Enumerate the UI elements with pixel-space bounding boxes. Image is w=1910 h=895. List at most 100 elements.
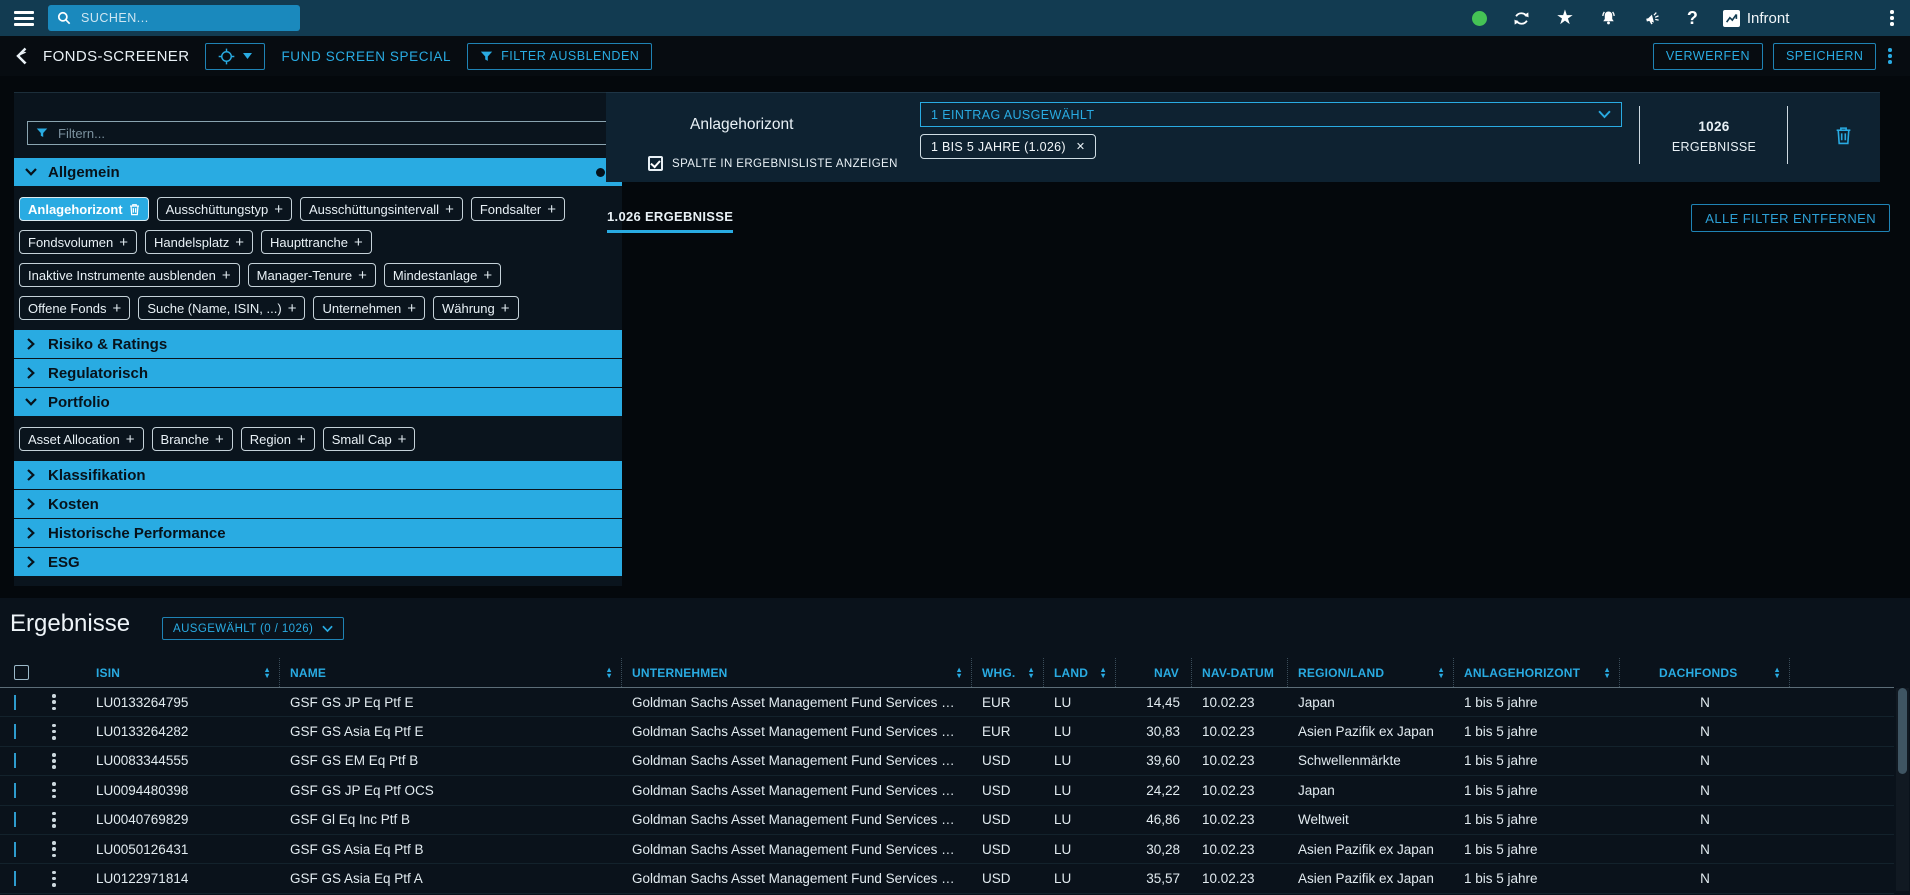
row-checkbox[interactable] [14,783,16,798]
scrollbar-thumb[interactable] [1898,688,1907,774]
vertical-scrollbar[interactable] [1896,688,1909,891]
megaphone-icon[interactable] [1643,9,1662,28]
row-menu-icon[interactable] [50,780,64,800]
help-icon[interactable]: ? [1687,8,1698,29]
back-button[interactable] [16,47,27,65]
filter-chip-branche[interactable]: Branche+ [152,427,233,451]
toolbar-more-icon[interactable] [1886,46,1894,66]
column-header-dachfonds[interactable]: DACHFONDS▲▼ [1620,658,1790,687]
notifications-bell-icon[interactable] [1599,9,1618,28]
horizon-select[interactable]: 1 EINTRAG AUSGEWÄHLT [920,102,1622,127]
filter-section-kosten[interactable]: Kosten [14,490,622,518]
sort-icon[interactable]: ▲▼ [605,667,613,678]
results-count-tab[interactable]: 1.026 ERGEBNISSE [607,209,733,233]
row-checkbox[interactable] [14,812,16,827]
select-all-checkbox[interactable] [14,665,29,680]
column-header-whg[interactable]: WHG.▲▼ [972,658,1044,687]
row-checkbox[interactable] [14,695,16,710]
column-header-nav-datum[interactable]: NAV-DATUM [1192,658,1288,687]
filter-chip-unternehmen[interactable]: Unternehmen+ [313,296,425,320]
table-row[interactable]: LU0133264795GSF GS JP Eq Ptf EGoldman Sa… [0,688,1894,717]
remove-filter-button[interactable] [1835,126,1852,148]
filter-chip-small-cap[interactable]: Small Cap+ [323,427,416,451]
row-checkbox[interactable] [14,871,16,886]
toolbar-actions: VERWERFEN SPEICHERN [1653,43,1894,70]
sort-icon[interactable]: ▲▼ [1603,667,1611,678]
global-search[interactable] [48,5,300,31]
sort-icon[interactable]: ▲▼ [1773,667,1781,678]
filter-chip-handelsplatz[interactable]: Handelsplatz+ [145,230,253,254]
filter-chip-fondsalter[interactable]: Fondsalter+ [471,197,565,221]
table-row[interactable]: LU0094480398GSF GS JP Eq Ptf OCSGoldman … [0,776,1894,805]
row-menu-icon[interactable] [50,692,64,712]
filter-chip-asset-allocation[interactable]: Asset Allocation+ [19,427,144,451]
show-column-checkbox[interactable] [648,156,663,171]
filter-chip-inaktive-instrumente-ausblenden[interactable]: Inaktive Instrumente ausblenden+ [19,263,240,287]
filter-chip-anlagehorizont[interactable]: Anlagehorizont [19,197,149,221]
add-icon: + [398,432,407,447]
filter-section-esg[interactable]: ESG [14,548,622,576]
filter-section-regulatorisch[interactable]: Regulatorisch [14,359,622,387]
show-column-toggle[interactable]: SPALTE IN ERGEBNISLISTE ANZEIGEN [648,156,898,171]
favorites-star-icon[interactable]: ★ [1556,8,1574,28]
filter-chip-währung[interactable]: Währung+ [433,296,519,320]
filter-section-risiko-&-ratings[interactable]: Risiko & Ratings [14,330,622,358]
filter-chip-region[interactable]: Region+ [241,427,315,451]
table-row[interactable]: LU0050126431GSF GS Asia Eq Ptf BGoldman … [0,835,1894,864]
sort-icon[interactable]: ▲▼ [1099,667,1107,678]
selected-value-chip[interactable]: 1 BIS 5 JAHRE (1.026) ✕ [920,134,1096,159]
filter-chip-ausschüttungstyp[interactable]: Ausschüttungstyp+ [157,197,292,221]
filter-chip-offene-fonds[interactable]: Offene Fonds+ [19,296,130,320]
row-menu-icon[interactable] [50,810,64,830]
target-view-button[interactable] [205,43,265,70]
filter-section-allgemein[interactable]: Allgemein [14,158,622,186]
filter-chip-haupttranche[interactable]: Haupttranche+ [261,230,372,254]
column-header-name[interactable]: NAME▲▼ [280,658,622,687]
hide-filters-button[interactable]: FILTER AUSBLENDEN [467,43,652,70]
filter-chip-fondsvolumen[interactable]: Fondsvolumen+ [19,230,137,254]
sort-icon[interactable]: ▲▼ [955,667,963,678]
filter-chip-ausschüttungsintervall[interactable]: Ausschüttungsintervall+ [300,197,463,221]
sync-icon[interactable] [1512,9,1531,28]
filter-search-input[interactable] [56,125,600,142]
filter-chip-suche-name-isin[interactable]: Suche (Name, ISIN, ...)+ [138,296,305,320]
menu-icon[interactable] [14,11,34,26]
cell-company: Goldman Sachs Asset Management Fund Serv… [622,753,972,768]
cell-fund_of_funds: N [1620,724,1790,739]
row-checkbox[interactable] [14,753,16,768]
search-input[interactable] [79,10,291,26]
column-header-anlagehorizont[interactable]: ANLAGEHORIZONT▲▼ [1454,658,1620,687]
filter-search-field[interactable] [27,121,609,145]
topbar-more-icon[interactable] [1888,8,1896,28]
row-checkbox[interactable] [14,724,16,739]
filter-chip-mindestanlage[interactable]: Mindestanlage+ [384,263,501,287]
save-button[interactable]: SPEICHERN [1773,43,1876,70]
column-header-isin[interactable]: ISIN▲▼ [74,658,280,687]
filter-section-klassifikation[interactable]: Klassifikation [14,461,622,489]
column-header-region-land[interactable]: REGION/LAND▲▼ [1288,658,1454,687]
filter-section-historische-performance[interactable]: Historische Performance [14,519,622,547]
sort-icon[interactable]: ▲▼ [263,667,271,678]
sort-icon[interactable]: ▲▼ [1027,667,1035,678]
cell-currency: USD [972,842,1044,857]
row-checkbox[interactable] [14,842,16,857]
sort-icon[interactable]: ▲▼ [1437,667,1445,678]
filter-section-portfolio[interactable]: Portfolio [14,388,622,416]
column-header-unternehmen[interactable]: UNTERNEHMEN▲▼ [622,658,972,687]
row-menu-icon[interactable] [50,751,64,771]
column-header-nav[interactable]: NAV [1116,658,1192,687]
table-row[interactable]: LU0133264282GSF GS Asia Eq Ptf EGoldman … [0,717,1894,746]
filter-chip-manager-tenure[interactable]: Manager-Tenure+ [248,263,376,287]
row-menu-icon[interactable] [50,839,64,859]
table-row[interactable]: LU0122971814GSF GS Asia Eq Ptf AGoldman … [0,864,1894,893]
clear-all-filters-button[interactable]: ALLE FILTER ENTFERNEN [1691,204,1890,232]
row-menu-icon[interactable] [50,869,64,889]
column-header-land[interactable]: LAND▲▼ [1044,658,1116,687]
discard-button[interactable]: VERWERFEN [1653,43,1763,70]
remove-value-icon[interactable]: ✕ [1076,140,1086,153]
table-row[interactable]: LU0040769829GSF Gl Eq Inc Ptf BGoldman S… [0,806,1894,835]
table-row[interactable]: LU0083344555GSF GS EM Eq Ptf BGoldman Sa… [0,747,1894,776]
selection-dropdown[interactable]: AUSGEWÄHLT (0 / 1026) [162,617,344,640]
row-select-cell [0,783,40,798]
row-menu-icon[interactable] [50,722,64,742]
